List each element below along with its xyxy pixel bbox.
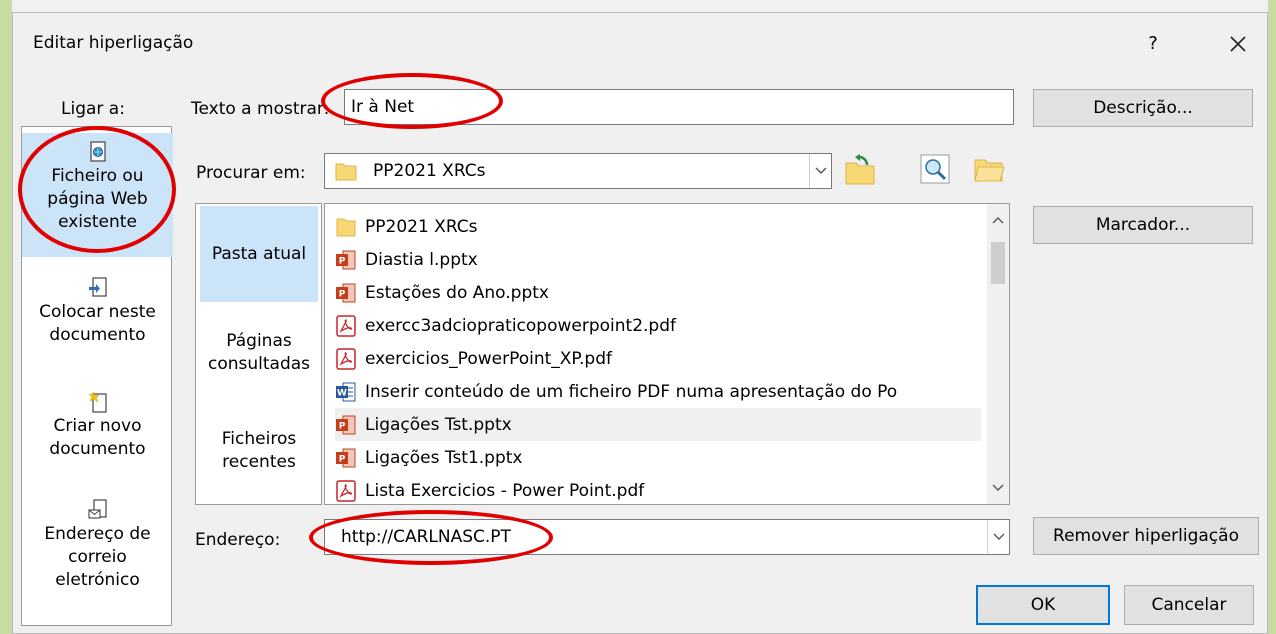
file-name: Diastia l.pptx [365, 249, 478, 270]
address-combobox[interactable]: http://CARLNASC.PT [324, 519, 1010, 555]
svg-text:P: P [339, 256, 346, 266]
nav-label-line: existente [58, 212, 137, 232]
nav-label-line: página Web [47, 189, 148, 209]
help-button[interactable]: ? [1138, 27, 1168, 61]
chevron-down-icon [992, 484, 1004, 491]
svg-text:P: P [339, 454, 346, 464]
file-name: Ligações Tst.pptx [365, 414, 512, 435]
address-value: http://CARLNASC.PT [341, 527, 511, 547]
look-in-dropdown-arrow[interactable] [809, 154, 831, 188]
docx-file-icon: W [335, 381, 357, 403]
link-email-address[interactable]: Endereço de correio eletrónico [22, 499, 173, 617]
folder-icon [335, 163, 357, 181]
address-dropdown-arrow[interactable] [987, 520, 1009, 554]
pptx-file-icon: P [335, 282, 357, 304]
file-list-item[interactable]: exercicios_PowerPoint_XP.pdf [335, 342, 981, 375]
source-label-line: recentes [222, 452, 296, 472]
address-label: Endereço: [195, 530, 281, 550]
link-create-new-document[interactable]: Criar novo documento [22, 391, 173, 481]
svg-text:W: W [337, 388, 347, 398]
chevron-up-icon [992, 217, 1004, 224]
ok-button[interactable]: OK [976, 585, 1110, 625]
scroll-down-arrow[interactable] [987, 476, 1009, 500]
screen-tip-button[interactable]: Descrição... [1033, 89, 1253, 127]
pdf-file-icon [335, 314, 357, 337]
look-in-value: PP2021 XRCs [373, 161, 486, 181]
file-list-item[interactable]: W Inserir conteúdo de um ficheiro PDF num… [335, 375, 981, 408]
link-to-pane: Ficheiro ou página Web existente Colocar… [21, 126, 173, 626]
up-one-folder-button[interactable] [843, 153, 879, 189]
background-window-top [0, 0, 1276, 12]
browse-web-button[interactable] [919, 153, 953, 187]
file-list-item[interactable]: P Diastia l.pptx [335, 243, 981, 276]
nav-label-line: Ficheiro ou [51, 166, 144, 186]
folder-up-icon [845, 154, 875, 185]
source-label-line: Ficheiros [221, 429, 297, 449]
file-list-item[interactable]: exercc3adciopraticopowerpoint2.pdf [335, 309, 981, 342]
pptx-file-icon: P [335, 447, 357, 469]
remove-link-button[interactable]: Remover hiperligação [1033, 517, 1259, 555]
text-to-display-input[interactable]: Ir à Net [344, 89, 1014, 125]
svg-text:P: P [339, 289, 346, 299]
file-list-scrollbar[interactable] [987, 204, 1009, 504]
link-to-label: Ligar a: [61, 99, 125, 119]
text-to-display-label: Texto a mostrar: [191, 99, 330, 119]
pptx-file-icon: P [335, 414, 357, 436]
look-in-combobox[interactable]: PP2021 XRCs [324, 153, 832, 189]
cancel-button[interactable]: Cancelar [1124, 585, 1254, 625]
source-current-folder[interactable]: Pasta atual [200, 206, 318, 302]
svg-text:P: P [339, 421, 346, 431]
nav-label-line: correio [68, 547, 127, 567]
email-address-icon [87, 499, 107, 519]
background-slide-edge-left [0, 0, 12, 634]
file-list-item[interactable]: P Ligações Tst.pptx [335, 408, 981, 441]
nav-label-line: Colocar neste [39, 302, 156, 322]
dialog-title: Editar hiperligação [33, 33, 194, 53]
source-recent-files[interactable]: Ficheiros recentes [200, 428, 318, 488]
background-slide-edge-right [1268, 0, 1276, 634]
nav-label-line: documento [49, 325, 146, 345]
file-list-item[interactable]: P Estações do Ano.pptx [335, 276, 981, 309]
file-name: exercicios_PowerPoint_XP.pdf [365, 348, 612, 369]
open-folder-icon [974, 159, 1005, 182]
pdf-file-icon [335, 347, 357, 370]
file-list-item[interactable]: PP2021 XRCs [335, 210, 981, 243]
chevron-down-icon [815, 167, 826, 174]
existing-file-web-icon [89, 141, 106, 162]
link-existing-file-web-page[interactable]: Ficheiro ou página Web existente [22, 133, 173, 257]
place-in-document-icon [88, 277, 107, 297]
file-name: Ligações Tst1.pptx [365, 447, 523, 468]
browse-file-button[interactable] [973, 153, 1007, 187]
link-place-in-document[interactable]: Colocar neste documento [22, 277, 173, 367]
edit-hyperlink-dialog: Editar hiperligação ? Ligar a: Ficheiro … [12, 12, 1268, 634]
source-browsed-pages[interactable]: Páginas consultadas [200, 330, 318, 390]
file-list-item[interactable]: Lista Exercicios - Power Point.pdf [335, 474, 981, 504]
pdf-file-icon [335, 479, 357, 502]
file-name: Inserir conteúdo de um ficheiro PDF numa… [365, 381, 898, 402]
file-name: exercc3adciopraticopowerpoint2.pdf [365, 315, 676, 336]
nav-label-line: eletrónico [55, 570, 140, 590]
chevron-down-icon [993, 533, 1004, 540]
bookmark-button[interactable]: Marcador... [1033, 206, 1253, 244]
scroll-up-arrow[interactable] [987, 208, 1009, 232]
nav-label-line: documento [49, 439, 146, 459]
browse-web-icon [920, 154, 950, 184]
source-label-line: Páginas [226, 331, 292, 351]
create-new-document-icon [87, 391, 107, 413]
source-pane: Pasta atual Páginas consultadas Ficheiro… [195, 203, 322, 505]
file-list-item[interactable]: P Ligações Tst1.pptx [335, 441, 981, 474]
nav-label-line: Endereço de [44, 524, 151, 544]
source-label-line: consultadas [207, 354, 311, 374]
close-icon [1230, 36, 1246, 52]
scroll-thumb[interactable] [991, 242, 1005, 284]
nav-label-line: Criar novo [53, 416, 142, 436]
file-list[interactable]: PP2021 XRCs P Diastia l.pptx P Estações do A… [324, 203, 1010, 505]
file-name: PP2021 XRCs [365, 216, 478, 237]
close-button[interactable] [1221, 27, 1255, 61]
file-name: Estações do Ano.pptx [365, 282, 549, 303]
look-in-label: Procurar em: [196, 163, 306, 183]
pptx-file-icon: P [335, 249, 357, 271]
file-name: Lista Exercicios - Power Point.pdf [365, 480, 645, 501]
folder-icon [335, 216, 357, 238]
